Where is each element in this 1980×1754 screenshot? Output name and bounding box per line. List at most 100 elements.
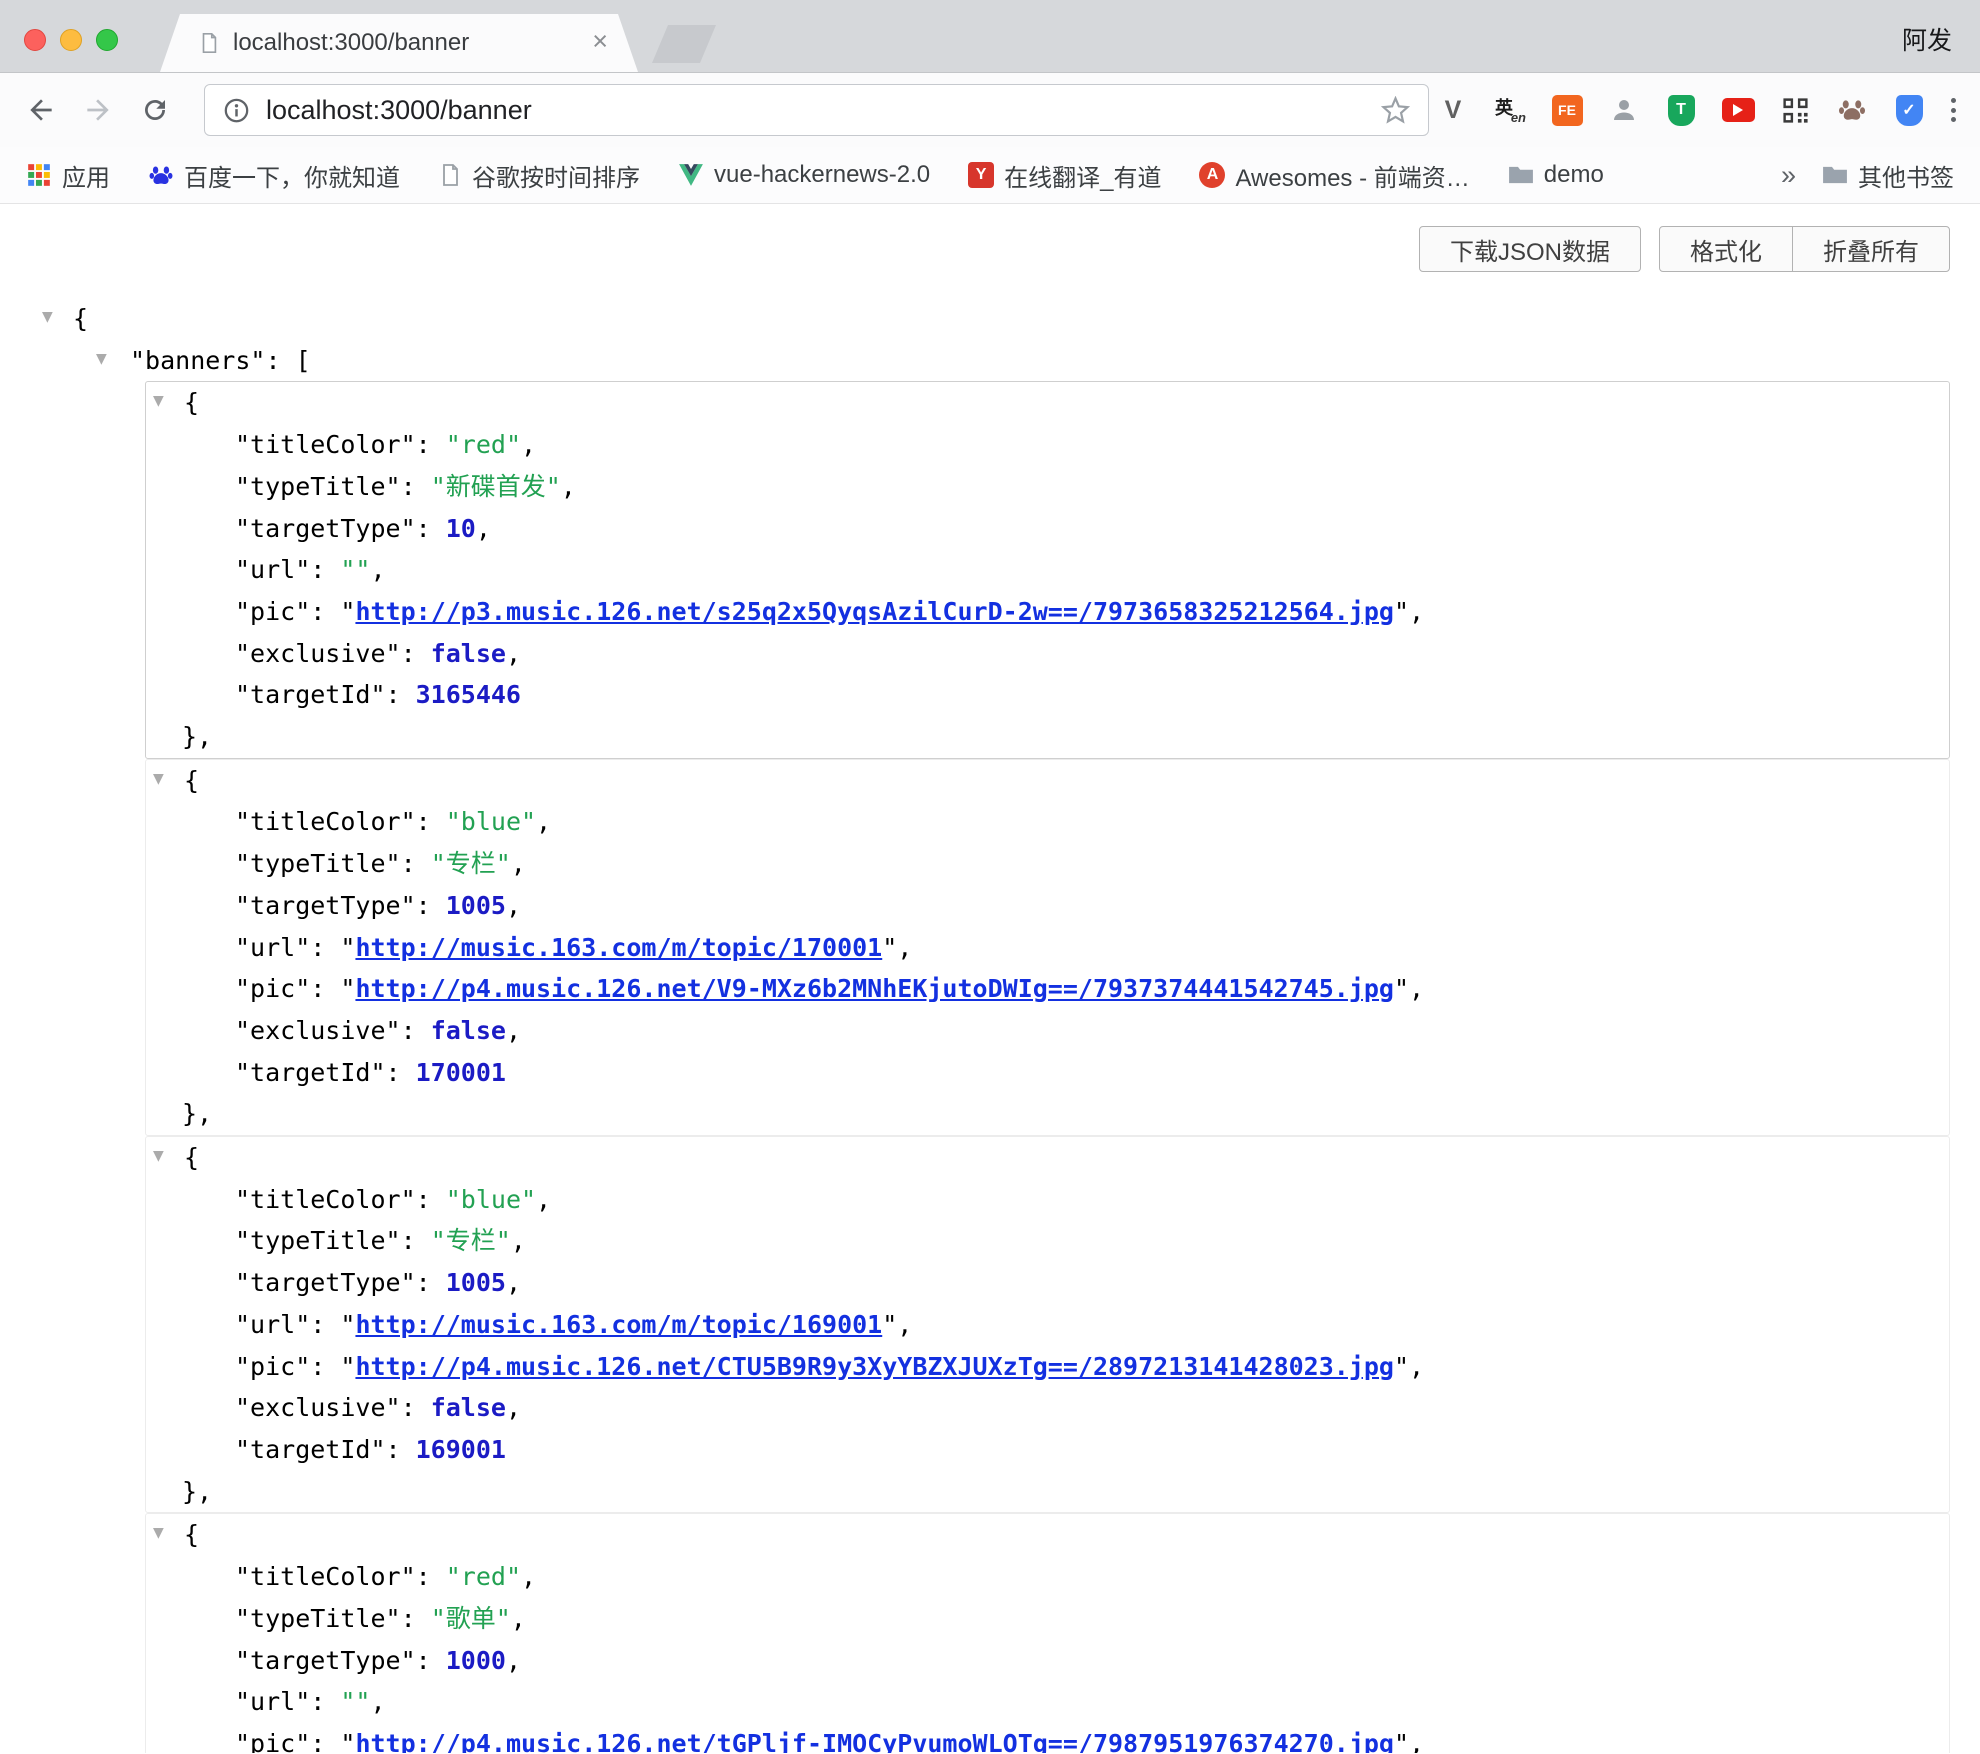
reload-button[interactable] <box>138 93 172 127</box>
json-object-box: ▼{"titleColor": "red","typeTitle": "歌单",… <box>145 1513 1950 1753</box>
json-key: "targetType" <box>235 1646 416 1675</box>
collapse-toggle-icon[interactable]: ▼ <box>153 1149 164 1163</box>
collapse-toggle-icon[interactable]: ▼ <box>42 310 53 324</box>
json-field-line: "pic": "http://p4.music.126.net/V9-MXz6b… <box>146 968 1949 1010</box>
json-line: ▼{ <box>0 298 1980 340</box>
json-string-value: "blue" <box>446 1185 536 1214</box>
json-string-value: "歌单" <box>431 1604 511 1633</box>
profile-name[interactable]: 阿发 <box>1902 21 1952 57</box>
json-key: "url" <box>235 555 310 584</box>
json-key: "targetType" <box>235 1268 416 1297</box>
paw-extension-icon[interactable] <box>1835 93 1869 127</box>
bookmarks-overflow-chevron[interactable]: » <box>1781 160 1796 191</box>
format-button[interactable]: 格式化 <box>1659 226 1793 272</box>
bookmark-awesomes[interactable]: A Awesomes - 前端资… <box>1199 158 1469 193</box>
bookmark-baidu[interactable]: 百度一下，你就知道 <box>148 158 400 193</box>
paw-icon <box>1837 95 1867 125</box>
json-string-value: "red" <box>446 430 521 459</box>
bookmark-apps[interactable]: 应用 <box>26 158 110 193</box>
bookmark-folder-demo[interactable]: demo <box>1508 161 1604 189</box>
json-field-line: "exclusive": false, <box>146 1387 1949 1429</box>
shield-check-extension-icon[interactable]: ✓ <box>1892 93 1926 127</box>
page-favicon-icon <box>198 31 220 55</box>
youtube-play-icon <box>1722 98 1755 122</box>
page-info-icon[interactable] <box>223 97 250 124</box>
json-link[interactable]: http://p3.music.126.net/s25q2x5QyqsAzilC… <box>355 597 1394 626</box>
browser-tab[interactable]: localhost:3000/banner × <box>160 14 638 72</box>
browser-toolbar: localhost:3000/banner V 英 en FE T ✓ <box>0 73 1980 147</box>
json-field-line: "titleColor": "blue", <box>146 1179 1949 1221</box>
json-key: "url" <box>235 1687 310 1716</box>
json-key: "typeTitle" <box>235 1604 401 1633</box>
json-string-value: "专栏" <box>431 849 511 878</box>
forward-button[interactable] <box>81 93 115 127</box>
browser-window: localhost:3000/banner × 阿发 localhost:300… <box>0 0 1980 1754</box>
bookmark-youdao-translate[interactable]: Y 在线翻译_有道 <box>968 158 1161 193</box>
json-line: ▼{ <box>146 1137 1949 1179</box>
download-json-button[interactable]: 下载JSON数据 <box>1419 226 1641 272</box>
back-button[interactable] <box>24 93 58 127</box>
json-field-line: "typeTitle": "新碟首发", <box>146 466 1949 508</box>
minimize-window-button[interactable] <box>60 29 82 51</box>
collapse-toggle-icon[interactable]: ▼ <box>153 394 164 408</box>
collapse-toggle-icon[interactable]: ▼ <box>153 1526 164 1540</box>
json-field-line: "url": "http://music.163.com/m/topic/169… <box>146 1304 1949 1346</box>
json-key: "typeTitle" <box>235 1226 401 1255</box>
json-field-line: "typeTitle": "专栏", <box>146 1220 1949 1262</box>
json-key: "typeTitle" <box>235 472 401 501</box>
tab-strip: localhost:3000/banner × 阿发 <box>0 0 1980 73</box>
json-key: "titleColor" <box>235 807 416 836</box>
v-extension-icon[interactable]: V <box>1436 93 1470 127</box>
json-string-value: "" <box>340 1687 370 1716</box>
bookmarks-bar: 应用 百度一下，你就知道 谷歌按时间排序 vue-hackernews-2.0 … <box>0 147 1980 204</box>
address-bar[interactable]: localhost:3000/banner <box>204 84 1429 136</box>
shield-t-extension-icon[interactable]: T <box>1664 93 1698 127</box>
browser-menu-button[interactable] <box>1951 98 1956 122</box>
json-link[interactable]: http://music.163.com/m/topic/170001 <box>355 933 882 962</box>
other-bookmarks-folder[interactable]: 其他书签 <box>1822 158 1954 193</box>
json-link[interactable]: http://p4.music.126.net/CTU5B9R9y3XyYBZX… <box>355 1352 1394 1381</box>
youtube-extension-icon[interactable] <box>1721 93 1755 127</box>
json-line: ▼{ <box>146 1514 1949 1556</box>
folder-icon <box>1508 164 1534 186</box>
json-line: ▼"banners": [ <box>0 340 1980 382</box>
json-number-value: 10 <box>446 514 476 543</box>
person-icon <box>1609 95 1639 125</box>
vue-logo-icon <box>678 163 704 187</box>
json-key: "targetId" <box>235 1435 386 1464</box>
close-window-button[interactable] <box>24 29 46 51</box>
zoom-window-button[interactable] <box>96 29 118 51</box>
json-field-line: "titleColor": "red", <box>146 1556 1949 1598</box>
json-string-value: "新碟首发" <box>431 472 561 501</box>
json-line: ▼{ <box>146 760 1949 802</box>
fe-extension-icon[interactable]: FE <box>1550 93 1584 127</box>
bookmark-vue-hackernews[interactable]: vue-hackernews-2.0 <box>678 161 930 189</box>
json-field-line: "targetType": 1000, <box>146 1640 1949 1682</box>
json-field-line: "targetType": 10, <box>146 508 1949 550</box>
json-string-value: "" <box>340 555 370 584</box>
tab-close-icon[interactable]: × <box>592 28 608 55</box>
collapse-toggle-icon[interactable]: ▼ <box>153 772 164 786</box>
json-field-line: "url": "", <box>146 1681 1949 1723</box>
json-line: }, <box>146 716 1949 758</box>
json-key: "titleColor" <box>235 1562 416 1591</box>
people-extension-icon[interactable] <box>1607 93 1641 127</box>
json-link[interactable]: http://p4.music.126.net/tGPljf-IMOCyPvum… <box>355 1729 1394 1753</box>
new-tab-button[interactable] <box>652 25 716 63</box>
json-number-value: 1005 <box>446 891 506 920</box>
address-input[interactable]: localhost:3000/banner <box>266 95 1381 126</box>
bookmark-label: 百度一下，你就知道 <box>184 158 400 193</box>
json-link[interactable]: http://p4.music.126.net/V9-MXz6b2MNhEKju… <box>355 974 1394 1003</box>
bookmark-star-icon[interactable] <box>1381 96 1410 125</box>
bookmark-google-sort[interactable]: 谷歌按时间排序 <box>438 158 640 193</box>
collapse-toggle-icon[interactable]: ▼ <box>96 352 107 366</box>
collapse-all-button[interactable]: 折叠所有 <box>1792 226 1950 272</box>
apps-grid-icon <box>26 162 52 188</box>
json-key: "pic" <box>235 597 310 626</box>
json-line: }, <box>146 1093 1949 1135</box>
bookmark-label: 谷歌按时间排序 <box>472 158 640 193</box>
json-link[interactable]: http://music.163.com/m/topic/169001 <box>355 1310 882 1339</box>
json-tree: ▼{▼"banners": [▼{"titleColor": "red","ty… <box>0 204 1980 1753</box>
qrcode-extension-icon[interactable] <box>1778 93 1812 127</box>
translate-extension-icon[interactable]: 英 en <box>1493 93 1527 127</box>
